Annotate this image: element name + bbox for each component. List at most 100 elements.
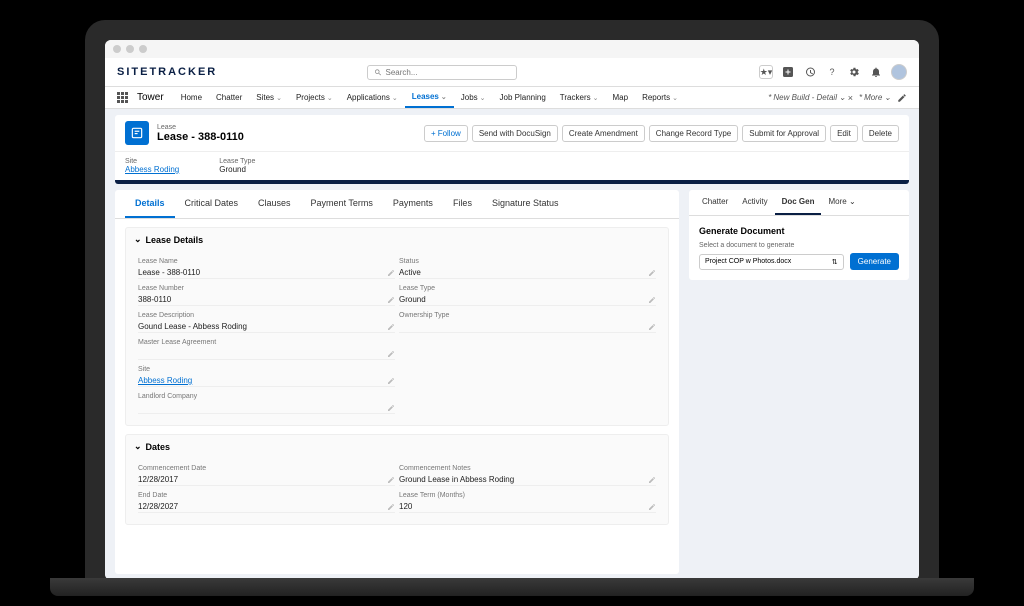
field-label: Status — [399, 258, 656, 265]
edit-icon[interactable] — [387, 404, 395, 412]
follow-button[interactable]: Follow — [424, 125, 468, 142]
tab-payments[interactable]: Payments — [383, 190, 443, 218]
edit-icon[interactable] — [387, 503, 395, 511]
field-label: Ownership Type — [399, 312, 656, 319]
field-label: Site — [125, 158, 179, 165]
app-logo: SITETRACKER — [117, 66, 217, 78]
window-controls — [105, 40, 919, 58]
field-label: Lease Name — [138, 258, 395, 265]
chevron-down-icon: ⌄ — [480, 94, 486, 102]
field-label: Site — [138, 366, 395, 373]
field-value: Ground — [219, 165, 255, 174]
close-icon[interactable]: × — [848, 93, 853, 103]
edit-icon[interactable] — [648, 269, 656, 277]
side-tab-more[interactable]: More ⌄ — [821, 190, 862, 215]
field-label: Commencement Notes — [399, 465, 656, 472]
app-launcher-icon[interactable] — [117, 92, 129, 103]
edit-icon[interactable] — [387, 323, 395, 331]
chevron-down-icon: ⌄ — [441, 93, 447, 101]
edit-icon[interactable] — [387, 476, 395, 484]
field-label: Lease Number — [138, 285, 395, 292]
field-label: Master Lease Agreement — [138, 339, 395, 346]
help-icon[interactable]: ? — [825, 65, 839, 79]
search-icon — [374, 68, 382, 77]
field-label: Commencement Date — [138, 465, 395, 472]
edit-icon[interactable] — [648, 296, 656, 304]
dropdown-icon: ⇅ — [832, 258, 838, 266]
field-value: Lease - 388-0110 — [138, 268, 387, 277]
submit-for-approval-button[interactable]: Submit for Approval — [742, 125, 826, 142]
chevron-down-icon: ⌄ — [392, 94, 398, 102]
docgen-select[interactable]: Project COP w Photos.docx⇅ — [699, 254, 844, 270]
nav-item-map[interactable]: Map — [606, 87, 636, 108]
favorites-button[interactable]: ★▾ — [759, 65, 773, 79]
field-value[interactable]: Abbess Roding — [125, 165, 179, 174]
section-lease-details[interactable]: Lease Details — [126, 228, 668, 251]
field-label: Lease Type — [219, 158, 255, 165]
record-title: Lease - 388-0110 — [157, 131, 244, 143]
field-value[interactable]: Abbess Roding — [138, 376, 387, 385]
search-input[interactable] — [385, 68, 510, 77]
history-icon[interactable] — [803, 65, 817, 79]
edit-nav-icon[interactable] — [897, 93, 907, 103]
docgen-hint: Select a document to generate — [699, 242, 899, 249]
field-label: Lease Term (Months) — [399, 492, 656, 499]
tab-critical-dates[interactable]: Critical Dates — [175, 190, 249, 218]
tab-signature-status[interactable]: Signature Status — [482, 190, 569, 218]
field-value: 12/28/2017 — [138, 475, 387, 484]
edit-icon[interactable] — [387, 350, 395, 358]
field-value: Gound Lease - Abbess Roding — [138, 322, 387, 331]
edit-icon[interactable] — [648, 503, 656, 511]
edit-button[interactable]: Edit — [830, 125, 858, 142]
nav-item-reports[interactable]: Reports⌄ — [635, 87, 685, 108]
edit-icon[interactable] — [387, 269, 395, 277]
field-label: Lease Type — [399, 285, 656, 292]
edit-icon[interactable] — [648, 476, 656, 484]
field-value: Ground — [399, 295, 648, 304]
generate-button[interactable]: Generate — [850, 253, 899, 270]
delete-button[interactable]: Delete — [862, 125, 899, 142]
record-type-label: Lease — [157, 124, 244, 131]
notifications-icon[interactable] — [869, 65, 883, 79]
tab-payment-terms[interactable]: Payment Terms — [301, 190, 383, 218]
field-value: Active — [399, 268, 648, 277]
edit-icon[interactable] — [387, 296, 395, 304]
side-tab-chatter[interactable]: Chatter — [695, 190, 735, 215]
record-type-icon — [125, 121, 149, 145]
field-label: Lease Description — [138, 312, 395, 319]
section-dates[interactable]: Dates — [126, 435, 668, 458]
tab-clauses[interactable]: Clauses — [248, 190, 301, 218]
edit-icon[interactable] — [648, 323, 656, 331]
nav-item-jobs[interactable]: Jobs⌄ — [454, 87, 493, 108]
nav-item-applications[interactable]: Applications⌄ — [340, 87, 405, 108]
nav-item-trackers[interactable]: Trackers⌄ — [553, 87, 606, 108]
global-search[interactable] — [367, 65, 517, 80]
open-tab-new-build[interactable]: * New Build - Detail ⌄ × — [768, 93, 853, 103]
field-value: 120 — [399, 502, 648, 511]
nav-item-job-planning[interactable]: Job Planning — [493, 87, 553, 108]
tab-details[interactable]: Details — [125, 190, 175, 218]
tab-files[interactable]: Files — [443, 190, 482, 218]
edit-icon[interactable] — [387, 377, 395, 385]
add-icon[interactable] — [781, 65, 795, 79]
field-label: End Date — [138, 492, 395, 499]
nav-item-projects[interactable]: Projects⌄ — [289, 87, 340, 108]
chevron-down-icon: ⌄ — [593, 94, 599, 102]
chevron-down-icon: ⌄ — [276, 94, 282, 102]
nav-item-leases[interactable]: Leases⌄ — [405, 87, 454, 108]
change-record-type-button[interactable]: Change Record Type — [649, 125, 738, 142]
nav-item-home[interactable]: Home — [174, 87, 209, 108]
user-avatar[interactable] — [891, 64, 907, 80]
side-tab-doc-gen[interactable]: Doc Gen — [775, 190, 822, 215]
chevron-down-icon: ⌄ — [672, 94, 678, 102]
settings-icon[interactable] — [847, 65, 861, 79]
nav-item-chatter[interactable]: Chatter — [209, 87, 249, 108]
send-with-docusign-button[interactable]: Send with DocuSign — [472, 125, 558, 142]
create-amendment-button[interactable]: Create Amendment — [562, 125, 645, 142]
nav-more[interactable]: * More ⌄ — [859, 93, 891, 102]
side-tab-activity[interactable]: Activity — [735, 190, 774, 215]
field-value: 388-0110 — [138, 295, 387, 304]
app-name: Tower — [137, 92, 164, 103]
docgen-title: Generate Document — [699, 226, 899, 236]
nav-item-sites[interactable]: Sites⌄ — [249, 87, 289, 108]
